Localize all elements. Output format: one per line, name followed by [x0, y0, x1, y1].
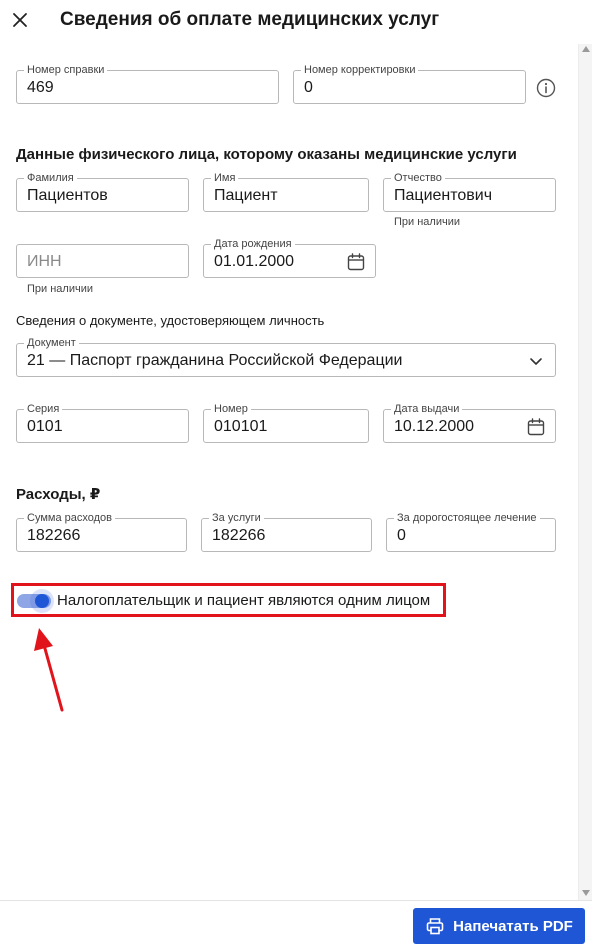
- expensive-treatment-field[interactable]: За дорогостоящее лечение 0: [386, 512, 556, 552]
- surname-value: Пациентов: [27, 187, 108, 204]
- series-value: 0101: [27, 418, 63, 435]
- birth-date-value: 01.01.2000: [214, 253, 295, 270]
- certificate-number-field[interactable]: Номер справки 469: [16, 64, 279, 104]
- inn-placeholder: ИНН: [27, 253, 62, 270]
- certificate-number-value: 469: [27, 79, 54, 96]
- scroll-down-icon[interactable]: [582, 890, 590, 896]
- document-section-text: Сведения о документе, удостоверяющем лич…: [16, 313, 325, 328]
- annotation-arrow-icon: [34, 628, 64, 712]
- close-icon: [13, 13, 27, 27]
- patronymic-hint: При наличии: [394, 216, 460, 228]
- chevron-down-icon[interactable]: [526, 351, 546, 371]
- inn-field[interactable]: ИНН: [16, 244, 189, 278]
- patronymic-label: Отчество: [391, 172, 445, 185]
- document-type-select[interactable]: Документ 21 — Паспорт гражданина Российс…: [16, 337, 556, 377]
- scroll-up-icon[interactable]: [582, 46, 590, 52]
- correction-number-value: 0: [304, 79, 313, 96]
- certificate-number-label: Номер справки: [24, 64, 108, 77]
- same-person-toggle-label[interactable]: Налогоплательщик и пациент являются одни…: [57, 592, 430, 609]
- calendar-icon[interactable]: [526, 417, 546, 437]
- same-person-highlight: Налогоплательщик и пациент являются одни…: [11, 583, 446, 617]
- expenses-total-label: Сумма расходов: [24, 512, 115, 525]
- patronymic-value: Пациентович: [394, 187, 493, 204]
- series-field[interactable]: Серия 0101: [16, 403, 189, 443]
- document-type-value: 21 — Паспорт гражданина Российской Федер…: [27, 352, 403, 369]
- dialog-title: Сведения об оплате медицинских услуг: [60, 9, 440, 30]
- dialog-footer: Напечатать PDF: [0, 900, 592, 950]
- document-number-field[interactable]: Номер 010101: [203, 403, 369, 443]
- expensive-treatment-value: 0: [397, 527, 406, 544]
- scrollbar[interactable]: [578, 44, 592, 900]
- issue-date-field[interactable]: Дата выдачи 10.12.2000: [383, 403, 556, 443]
- dialog-header: Сведения об оплате медицинских услуг: [0, 0, 592, 44]
- print-pdf-button[interactable]: Напечатать PDF: [413, 908, 585, 944]
- issue-date-label: Дата выдачи: [391, 403, 463, 416]
- printer-icon: [426, 918, 444, 935]
- services-expenses-value: 182266: [212, 527, 266, 544]
- close-button[interactable]: [8, 8, 32, 32]
- services-expenses-field[interactable]: За услуги 182266: [201, 512, 372, 552]
- birth-date-field[interactable]: Дата рождения 01.01.2000: [203, 238, 376, 278]
- same-person-toggle[interactable]: [14, 586, 56, 614]
- print-pdf-label: Напечатать PDF: [453, 917, 573, 935]
- toggle-thumb: [35, 594, 49, 608]
- expenses-total-field[interactable]: Сумма расходов 182266: [16, 512, 187, 552]
- expenses-total-value: 182266: [27, 527, 81, 544]
- name-field[interactable]: Имя Пациент: [203, 172, 369, 212]
- document-number-value: 010101: [214, 418, 268, 435]
- expenses-section-title: Расходы, ₽: [16, 486, 101, 503]
- correction-number-label: Номер корректировки: [301, 64, 419, 77]
- birth-date-label: Дата рождения: [211, 238, 295, 251]
- name-value: Пациент: [214, 187, 278, 204]
- document-type-label: Документ: [24, 337, 79, 350]
- patronymic-field[interactable]: Отчество Пациентович: [383, 172, 556, 212]
- surname-field[interactable]: Фамилия Пациентов: [16, 172, 189, 212]
- name-label: Имя: [211, 172, 239, 185]
- calendar-icon[interactable]: [346, 252, 366, 272]
- inn-hint: При наличии: [27, 283, 93, 295]
- surname-label: Фамилия: [24, 172, 77, 185]
- patient-section-title: Данные физического лица, которому оказан…: [16, 146, 517, 163]
- series-label: Серия: [24, 403, 63, 416]
- info-icon: [536, 78, 556, 98]
- issue-date-value: 10.12.2000: [394, 418, 475, 435]
- document-number-label: Номер: [211, 403, 251, 416]
- correction-number-field[interactable]: Номер корректировки 0: [293, 64, 526, 104]
- expensive-treatment-label: За дорогостоящее лечение: [394, 512, 540, 525]
- info-button[interactable]: [535, 77, 557, 99]
- services-expenses-label: За услуги: [209, 512, 264, 525]
